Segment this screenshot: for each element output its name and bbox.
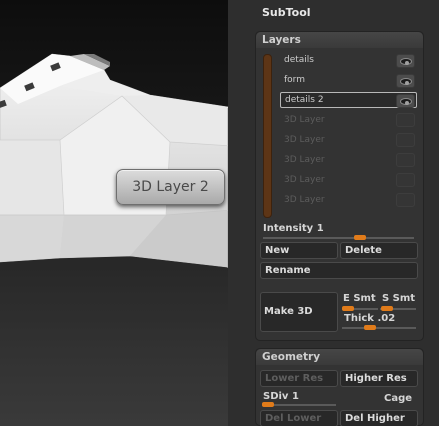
new-layer-button[interactable]: New — [260, 242, 338, 259]
layer-label: 3D Layer — [284, 175, 325, 185]
lower-res-button[interactable]: Lower Res — [260, 370, 338, 387]
rename-layer-button[interactable]: Rename — [260, 262, 418, 279]
thick-slider-label[interactable]: Thick .02 — [344, 313, 395, 324]
layer-label: 3D Layer — [284, 155, 325, 165]
viewport-canvas[interactable]: 3D Layer 2 — [0, 0, 255, 426]
intensity-slider-label[interactable]: Intensity 1 — [263, 223, 324, 234]
visibility-eye-icon[interactable] — [396, 94, 415, 108]
layer-label: details — [284, 55, 314, 65]
visibility-eye-icon[interactable] — [396, 173, 415, 187]
geometry-header[interactable]: Geometry — [256, 349, 423, 365]
delete-layer-button[interactable]: Delete — [340, 242, 418, 259]
thick-label: Thick — [344, 313, 374, 324]
e-smt-label[interactable]: E Smt — [343, 293, 376, 304]
visibility-eye-icon[interactable] — [396, 153, 415, 167]
layer-label: 3D Layer — [284, 135, 325, 145]
thick-value: .02 — [377, 313, 396, 324]
e-smt-slider-knob[interactable] — [342, 306, 354, 311]
intensity-value: 1 — [316, 223, 324, 234]
intensity-slider-track[interactable] — [263, 237, 414, 239]
thick-slider-track[interactable] — [342, 327, 416, 329]
visibility-eye-icon[interactable] — [396, 133, 415, 147]
intensity-slider-knob[interactable] — [354, 235, 366, 240]
del-lower-button[interactable]: Del Lower — [260, 410, 338, 426]
sdiv-slider-label[interactable]: SDiv 1 — [263, 391, 299, 402]
sdiv-value: 1 — [291, 391, 299, 402]
visibility-eye-icon[interactable] — [396, 193, 415, 207]
thick-slider-knob[interactable] — [364, 325, 376, 330]
subtool-title[interactable]: SubTool — [262, 6, 311, 19]
layer-label: form — [284, 75, 305, 85]
layer-label: 3D Layer — [284, 195, 325, 205]
s-smt-label[interactable]: S Smt — [382, 293, 415, 304]
visibility-eye-icon[interactable] — [396, 113, 415, 127]
sdiv-slider-knob[interactable] — [262, 402, 274, 407]
visibility-eye-icon[interactable] — [396, 74, 415, 88]
layer-label: details 2 — [285, 95, 324, 105]
visibility-eye-icon[interactable] — [396, 54, 415, 68]
layer-label: 3D Layer — [284, 115, 325, 125]
del-higher-button[interactable]: Del Higher — [340, 410, 418, 426]
make-3d-button[interactable]: Make 3D — [260, 292, 338, 332]
higher-res-button[interactable]: Higher Res — [340, 370, 418, 387]
eye-pupil — [405, 61, 409, 65]
model-render — [0, 53, 255, 269]
eye-pupil — [405, 101, 409, 105]
intensity-label: Intensity — [263, 223, 314, 234]
layer-tooltip: 3D Layer 2 — [116, 169, 225, 205]
layers-header[interactable]: Layers — [256, 32, 423, 48]
sdiv-label: SDiv — [263, 391, 289, 402]
s-smt-slider-knob[interactable] — [381, 306, 393, 311]
eye-pupil — [405, 81, 409, 85]
layers-scrollbar[interactable] — [263, 54, 272, 218]
cage-button[interactable]: Cage — [384, 393, 412, 404]
